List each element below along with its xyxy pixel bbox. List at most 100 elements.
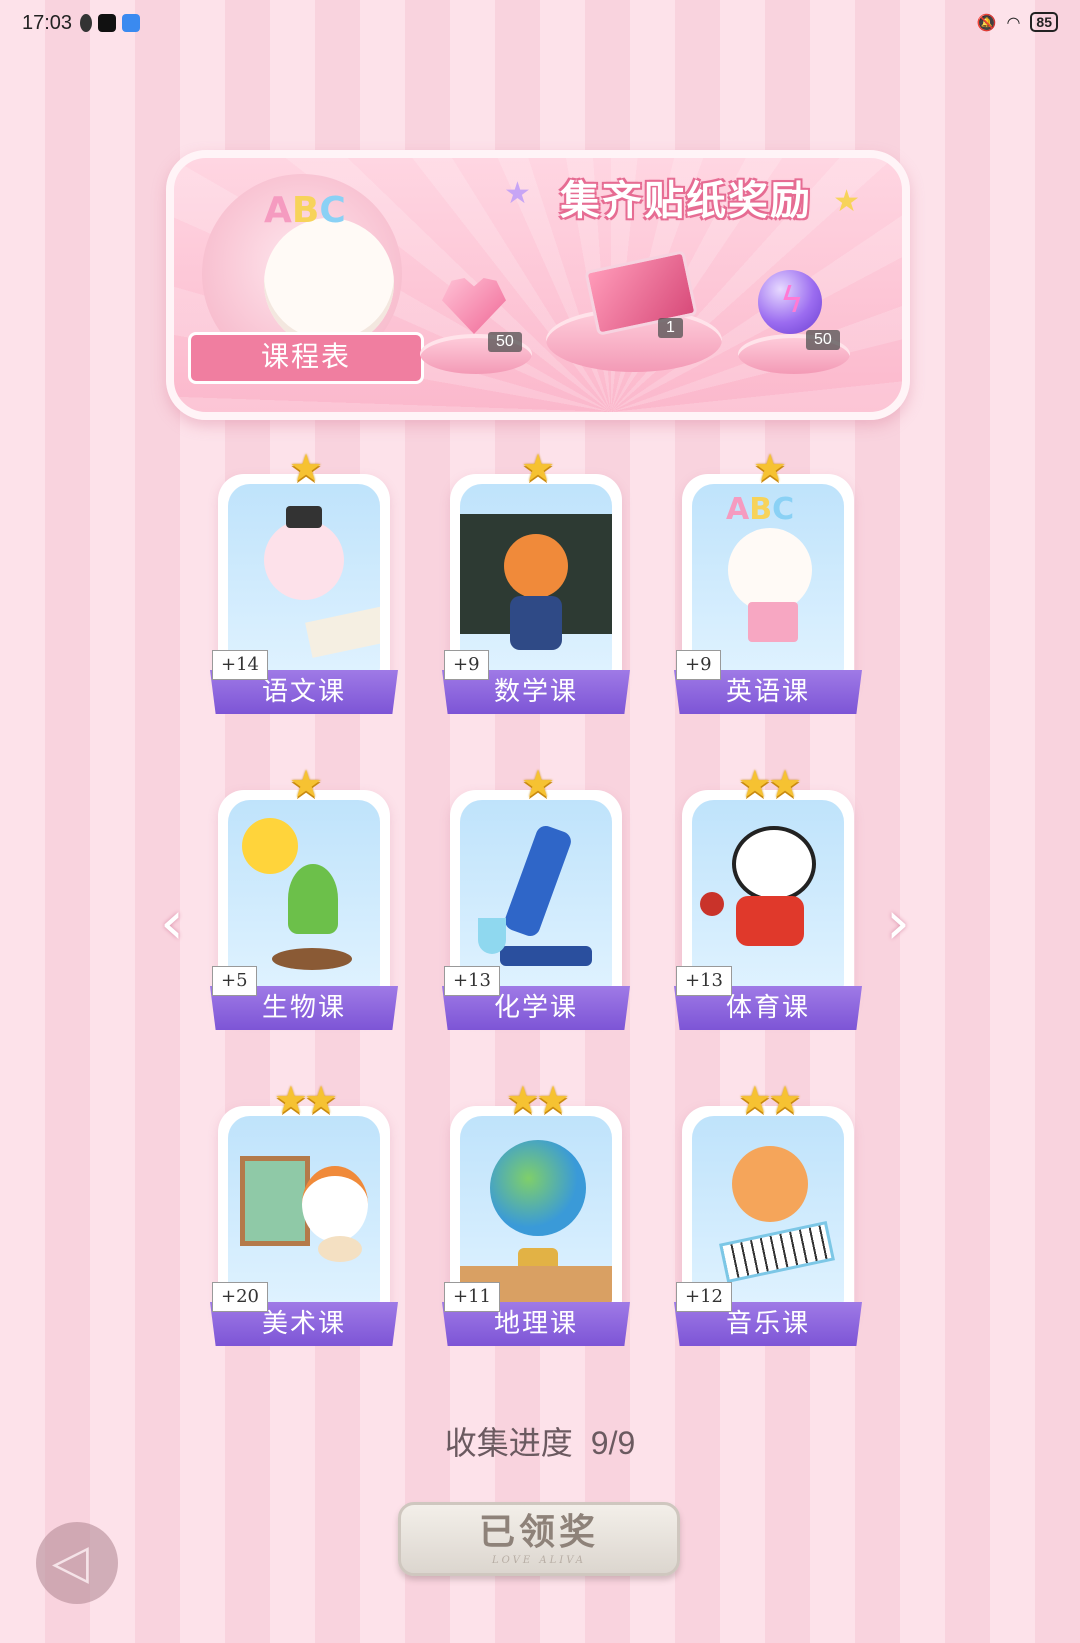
- reward-count: 50: [806, 330, 840, 350]
- reward-banner: ★ ★ 集齐贴纸奖励 ABC 课程表 50 1 ϟ 50: [166, 150, 910, 420]
- card-illustration: [460, 800, 612, 990]
- star-rating-icon: ★★: [273, 1078, 338, 1122]
- course-card[interactable]: 美术课 +20 ★★: [210, 1078, 398, 1346]
- red-shirt-icon: [736, 896, 804, 946]
- card-body: 地理课 +11: [442, 1106, 630, 1346]
- star-rating-icon: ★: [288, 762, 323, 806]
- course-card[interactable]: ABC 英语课 +9 ★: [674, 446, 862, 714]
- reward-count: 1: [658, 318, 683, 338]
- mute-icon: 🔕: [976, 12, 997, 32]
- sticker-count: +9: [444, 650, 489, 680]
- star-rating-icon: ★★: [505, 1078, 570, 1122]
- abc-float-icon: ABC: [726, 492, 795, 527]
- course-card[interactable]: 语文课 +14 ★: [210, 446, 398, 714]
- claimed-button[interactable]: 已领奖 LOVE ALIVA: [398, 1502, 680, 1576]
- sticker-count: +9: [676, 650, 721, 680]
- fox-teacher-icon: [504, 534, 568, 598]
- card-body: 体育课 +13: [674, 790, 862, 1030]
- sticker-count: +13: [676, 966, 732, 996]
- status-time: 17:03: [22, 12, 73, 34]
- schedule-label[interactable]: 课程表: [188, 332, 424, 384]
- status-right: 🔕 ◠ 85: [977, 12, 1058, 32]
- course-card[interactable]: 地理课 +11 ★★: [442, 1078, 630, 1346]
- letter-b: B: [291, 190, 320, 231]
- progress-value: 9/9: [590, 1425, 636, 1461]
- star-rating-icon: ★: [752, 446, 787, 490]
- claimed-label: 已领奖: [478, 1512, 599, 1553]
- energy-orb-icon: ϟ: [758, 270, 822, 334]
- scroll-icon: [305, 606, 380, 658]
- star-rating-icon: ★★: [737, 1078, 802, 1122]
- star-rating-icon: ★★: [737, 762, 802, 806]
- sticker-count: +20: [212, 1282, 268, 1312]
- flask-icon: [478, 918, 506, 954]
- claimed-sublabel: LOVE ALIVA: [492, 1555, 586, 1566]
- card-body: 生物课 +5: [210, 790, 398, 1030]
- microscope-base-icon: [500, 946, 592, 966]
- card-illustration: [460, 1116, 612, 1306]
- sticker-count: +14: [212, 650, 268, 680]
- status-bar: 17:03 🔕 ◠ 85: [0, 0, 1080, 50]
- next-page-arrow[interactable]: ›: [886, 888, 910, 958]
- palette-icon: [318, 1236, 362, 1262]
- course-card[interactable]: 数学课 +9 ★: [442, 446, 630, 714]
- easel-icon: [240, 1156, 310, 1246]
- hat-icon: [286, 506, 322, 528]
- suit-icon: [510, 596, 562, 650]
- card-illustration: [228, 800, 380, 990]
- back-arrow-icon: ◁: [52, 1534, 89, 1590]
- sticker-count: +13: [444, 966, 500, 996]
- card-body: 化学课 +13: [442, 790, 630, 1030]
- card-illustration: [692, 1116, 844, 1306]
- sprout-icon: [288, 864, 338, 934]
- star-rating-icon: ★: [520, 762, 555, 806]
- prev-page-arrow[interactable]: ‹: [160, 888, 184, 958]
- card-body: ABC 英语课 +9: [674, 474, 862, 714]
- puppy-icon: [264, 218, 394, 348]
- panda-pingpong-icon: [732, 826, 816, 902]
- qq-icon: [80, 14, 92, 32]
- star-deco-icon: ★: [504, 176, 531, 211]
- sticker-count: +12: [676, 1282, 732, 1312]
- course-card[interactable]: 生物课 +5 ★: [210, 762, 398, 1030]
- card-illustration: [228, 484, 380, 674]
- star-rating-icon: ★: [288, 446, 323, 490]
- card-body: 数学课 +9: [442, 474, 630, 714]
- puppy-abc-icon: [728, 528, 812, 612]
- course-card[interactable]: 化学课 +13 ★: [442, 762, 630, 1030]
- battery-indicator: 85: [1030, 12, 1058, 32]
- card-body: 音乐课 +12: [674, 1106, 862, 1346]
- card-illustration: [692, 800, 844, 990]
- reward-count: 50: [488, 332, 522, 352]
- sticker-count: +5: [212, 966, 257, 996]
- star-deco-icon: ★: [833, 184, 860, 219]
- card-illustration: ABC: [692, 484, 844, 674]
- soil-icon: [272, 948, 352, 970]
- letter-c: C: [319, 190, 346, 231]
- abc-letters: ABC: [264, 190, 346, 231]
- microscope-icon: [502, 823, 574, 939]
- back-button[interactable]: ◁: [36, 1522, 118, 1604]
- cloud-app-icon: [122, 14, 140, 32]
- abc-book-icon: [748, 602, 798, 642]
- rabbit-calligraphy-icon: [264, 520, 344, 600]
- progress-label: 收集进度: [444, 1424, 573, 1462]
- keyboard-icon: [719, 1221, 835, 1283]
- paddle-icon: [700, 892, 724, 916]
- wifi-icon: ◠: [1006, 12, 1021, 32]
- banner-title: 集齐贴纸奖励: [560, 178, 812, 224]
- star-rating-icon: ★: [520, 446, 555, 490]
- card-body: 美术课 +20: [210, 1106, 398, 1346]
- cat-painter-icon: [302, 1166, 368, 1242]
- bolt-icon: ϟ: [780, 280, 804, 321]
- course-card[interactable]: 音乐课 +12 ★★: [674, 1078, 862, 1346]
- sticker-count: +11: [444, 1282, 500, 1312]
- card-illustration: [228, 1116, 380, 1306]
- tiktok-icon: [98, 14, 116, 32]
- card-body: 语文课 +14: [210, 474, 398, 714]
- globe-icon: [490, 1140, 586, 1236]
- course-card[interactable]: 体育课 +13 ★★: [674, 762, 862, 1030]
- card-illustration: [460, 484, 612, 674]
- sun-icon: [242, 818, 298, 874]
- collection-progress: 收集进度 9/9: [0, 1418, 1080, 1464]
